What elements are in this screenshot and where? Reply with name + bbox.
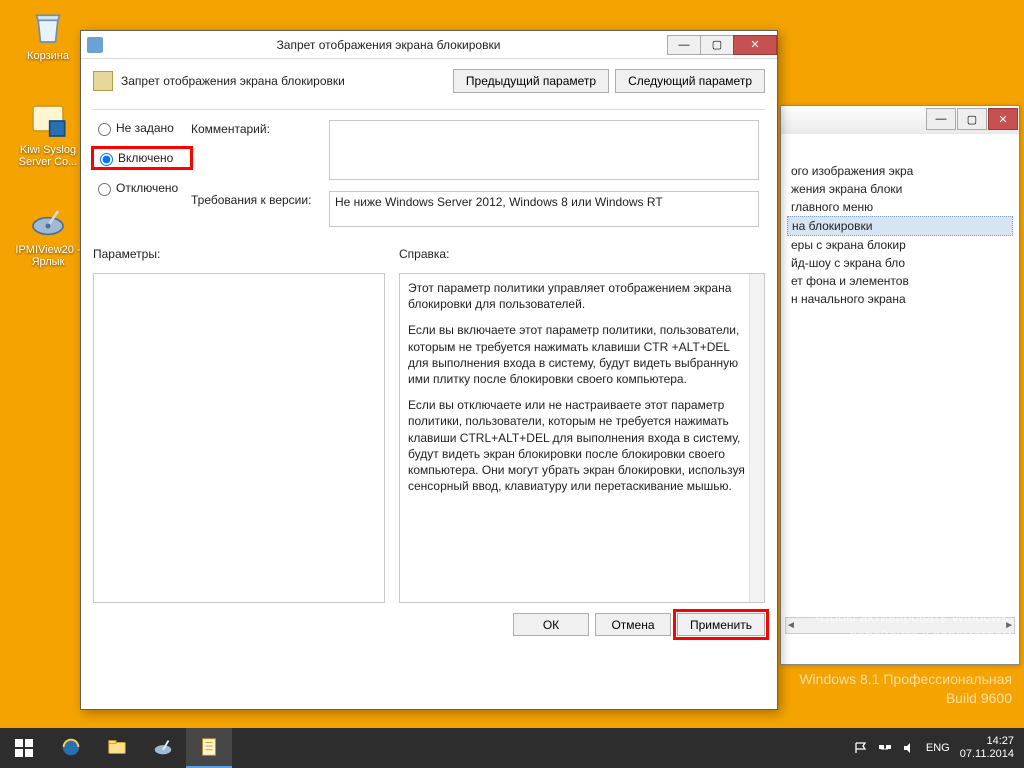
dialog-title: Запрет отображения экрана блокировки bbox=[109, 38, 668, 52]
system-tray[interactable]: ENG 14:27 07.11.2014 bbox=[844, 735, 1024, 760]
tray-clock[interactable]: 14:27 07.11.2014 bbox=[960, 735, 1014, 760]
policy-dialog: Запрет отображения экрана блокировки — ▢… bbox=[80, 30, 778, 710]
close-button[interactable]: ✕ bbox=[733, 35, 777, 55]
radio-label: Включено bbox=[118, 151, 173, 165]
ok-button[interactable]: ОК bbox=[513, 613, 589, 636]
radio-label: Отключено bbox=[116, 181, 178, 195]
previous-setting-button[interactable]: Предыдущий параметр bbox=[453, 69, 609, 93]
radio-label: Не задано bbox=[116, 121, 174, 135]
taskbar: ENG 14:27 07.11.2014 bbox=[0, 728, 1024, 768]
apply-button[interactable]: Применить bbox=[677, 613, 765, 636]
tray-time: 14:27 bbox=[960, 735, 1014, 748]
background-window[interactable]: — ▢ ✕ ого изображения экра жения экрана … bbox=[780, 105, 1020, 665]
radio-enabled[interactable]: Включено bbox=[93, 148, 191, 168]
start-button[interactable] bbox=[0, 728, 48, 768]
kiwi-icon bbox=[27, 100, 69, 142]
bg-list-item[interactable]: жения экрана блоки bbox=[787, 180, 1013, 198]
tray-language[interactable]: ENG bbox=[926, 742, 950, 754]
taskbar-ipmi[interactable] bbox=[140, 728, 186, 768]
parameters-box bbox=[93, 273, 385, 603]
parameters-label: Параметры: bbox=[93, 247, 385, 261]
tray-volume-icon[interactable] bbox=[902, 741, 916, 755]
desktop-icon-label: Корзина bbox=[10, 50, 86, 62]
comment-label: Комментарий: bbox=[191, 120, 329, 136]
help-scrollbar[interactable] bbox=[749, 274, 764, 602]
recycle-bin-icon bbox=[27, 6, 69, 48]
bg-maximize-button[interactable]: ▢ bbox=[957, 108, 987, 130]
radio-disabled[interactable]: Отключено bbox=[93, 180, 191, 196]
desktop-icon-recycle-bin[interactable]: Корзина bbox=[10, 6, 86, 62]
tray-flag-icon[interactable] bbox=[854, 741, 868, 755]
minimize-button[interactable]: — bbox=[667, 35, 701, 55]
dialog-icon bbox=[87, 37, 103, 53]
help-paragraph: Этот параметр политики управляет отображ… bbox=[408, 280, 746, 312]
help-label: Справка: bbox=[399, 247, 765, 261]
help-box: Этот параметр политики управляет отображ… bbox=[399, 273, 765, 603]
bg-list-item[interactable]: еры с экрана блокир bbox=[787, 236, 1013, 254]
bg-list-item[interactable]: ет фона и элементов bbox=[787, 272, 1013, 290]
bg-list-item[interactable]: ого изображения экра bbox=[787, 162, 1013, 180]
desktop-icon-label: Kiwi Syslog Server Co... bbox=[10, 144, 86, 168]
cancel-button[interactable]: Отмена bbox=[595, 613, 671, 636]
tray-network-icon[interactable] bbox=[878, 741, 892, 755]
radio-disabled-input[interactable] bbox=[98, 183, 111, 196]
comment-textarea[interactable] bbox=[329, 120, 759, 180]
maximize-button[interactable]: ▢ bbox=[700, 35, 734, 55]
ipmi-icon bbox=[27, 200, 69, 242]
requirements-box: Не ниже Windows Server 2012, Windows 8 и… bbox=[329, 191, 759, 227]
help-paragraph: Если вы отключаете или не настраиваете э… bbox=[408, 397, 746, 494]
bg-list-item[interactable]: главного меню bbox=[787, 198, 1013, 216]
requirements-text: Не ниже Windows Server 2012, Windows 8 и… bbox=[335, 195, 663, 209]
bg-list-item[interactable]: н начального экрана bbox=[787, 290, 1013, 308]
requirements-label: Требования к версии: bbox=[191, 191, 329, 207]
radio-not-configured-input[interactable] bbox=[98, 123, 111, 136]
taskbar-gpedit[interactable] bbox=[186, 728, 232, 768]
titlebar[interactable]: Запрет отображения экрана блокировки — ▢… bbox=[81, 31, 777, 59]
tray-date: 07.11.2014 bbox=[960, 748, 1014, 761]
bg-list[interactable]: ого изображения экра жения экрана блоки … bbox=[781, 134, 1019, 314]
desktop-icon-label: IPMIView20 - Ярлык bbox=[10, 244, 86, 268]
radio-not-configured[interactable]: Не задано bbox=[93, 120, 191, 136]
policy-header-text: Запрет отображения экрана блокировки bbox=[121, 74, 447, 88]
bg-horizontal-scrollbar[interactable]: ◄► bbox=[785, 617, 1015, 634]
desktop-icon-kiwi[interactable]: Kiwi Syslog Server Co... bbox=[10, 100, 86, 168]
bg-minimize-button[interactable]: — bbox=[926, 108, 956, 130]
desktop-icon-ipmi[interactable]: IPMIView20 - Ярлык bbox=[10, 200, 86, 268]
bg-close-button[interactable]: ✕ bbox=[988, 108, 1018, 130]
bg-titlebar: — ▢ ✕ bbox=[781, 106, 1019, 134]
taskbar-explorer[interactable] bbox=[94, 728, 140, 768]
taskbar-ie[interactable] bbox=[48, 728, 94, 768]
bg-list-item[interactable]: йд-шоу с экрана бло bbox=[787, 254, 1013, 272]
radio-enabled-input[interactable] bbox=[100, 153, 113, 166]
help-paragraph: Если вы включаете этот параметр политики… bbox=[408, 322, 746, 387]
next-setting-button[interactable]: Следующий параметр bbox=[615, 69, 765, 93]
bg-list-item-selected[interactable]: на блокировки bbox=[787, 216, 1013, 236]
policy-icon bbox=[93, 71, 113, 91]
